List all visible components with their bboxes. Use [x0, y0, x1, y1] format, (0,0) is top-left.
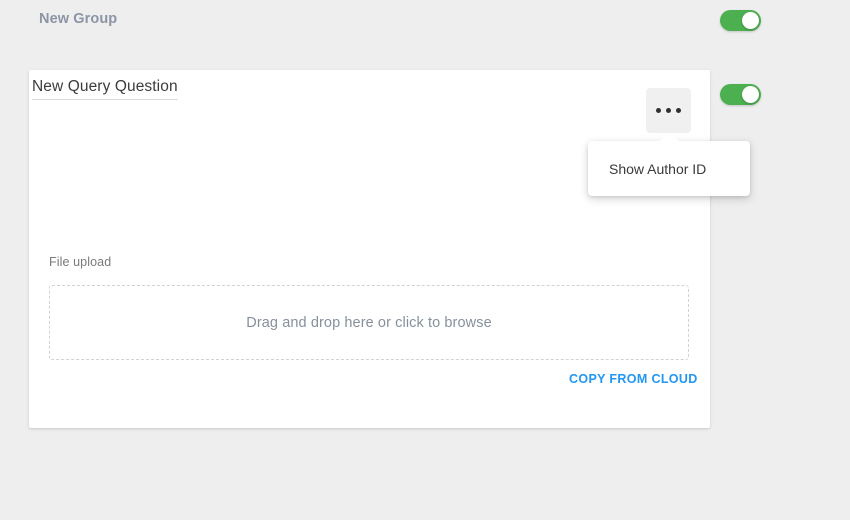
copy-from-cloud-button[interactable]: COPY FROM CLOUD [569, 372, 698, 386]
group-title: New Group [39, 11, 117, 27]
toggle-knob [742, 86, 759, 103]
question-enabled-toggle[interactable] [720, 84, 761, 105]
menu-item-show-author-id[interactable]: Show Author ID [588, 141, 750, 196]
question-title-input[interactable]: New Query Question [32, 78, 178, 100]
file-dropzone[interactable]: Drag and drop here or click to browse [49, 285, 689, 360]
question-title-field[interactable]: New Query Question [32, 78, 182, 100]
context-menu-popover: Show Author ID [588, 141, 750, 196]
kebab-dot [676, 108, 681, 113]
file-dropzone-text: Drag and drop here or click to browse [246, 315, 491, 331]
kebab-dot [666, 108, 671, 113]
toggle-knob [742, 12, 759, 29]
kebab-dot [656, 108, 661, 113]
ellipsis-horizontal-icon[interactable] [646, 88, 691, 133]
file-upload-label: File upload [49, 255, 111, 269]
group-enabled-toggle[interactable] [720, 10, 761, 31]
